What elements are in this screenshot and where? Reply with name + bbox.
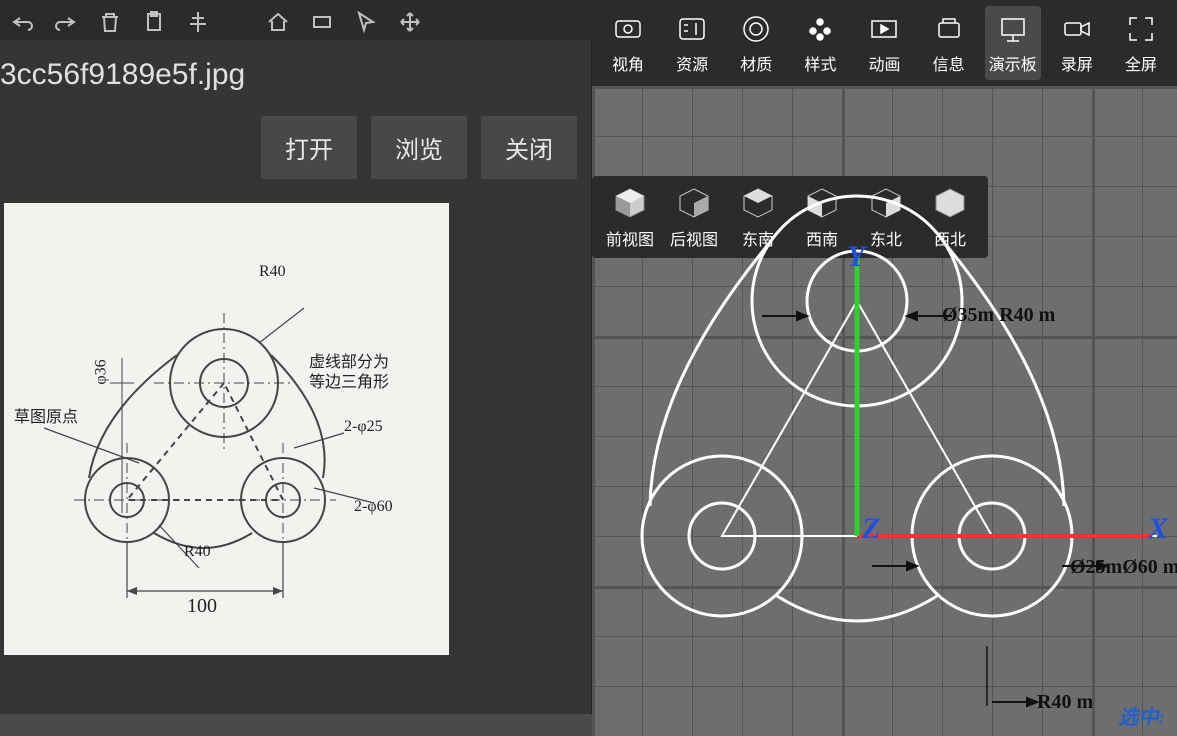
- info-icon: [931, 11, 967, 47]
- tab-resource[interactable]: 资源: [664, 6, 720, 80]
- animation-icon: [866, 11, 902, 47]
- material-icon: [738, 11, 774, 47]
- resource-icon: [674, 11, 710, 47]
- label-r40-top: R40: [259, 263, 286, 281]
- paste-icon[interactable]: [140, 8, 168, 36]
- trash-icon[interactable]: [96, 8, 124, 36]
- tab-record[interactable]: 录屏: [1049, 6, 1105, 80]
- style-icon: [802, 11, 838, 47]
- label-dashed-2: 等边三角形: [309, 368, 389, 392]
- home-icon[interactable]: [264, 8, 292, 36]
- left-panel: 3cc56f9189e5f.jpg 打开 浏览 关闭: [0, 40, 592, 714]
- tab-label: 样式: [804, 51, 836, 75]
- right-toolbar: 视角 资源 材质 样式 动画 信息 演示板 录屏: [592, 0, 1177, 86]
- dim-r40m: R40 m: [1037, 691, 1093, 714]
- button-row: 打开 浏览 关闭: [0, 116, 591, 199]
- right-panel: 视角 资源 材质 样式 动画 信息 演示板 录屏: [592, 0, 1177, 736]
- present-icon: [995, 11, 1031, 47]
- redo-icon[interactable]: [52, 8, 80, 36]
- close-button[interactable]: 关闭: [481, 116, 577, 179]
- dim-top: Ø35m R40 m: [942, 304, 1055, 327]
- sketch-canvas: [592, 86, 1177, 736]
- tab-fullscreen[interactable]: 全屏: [1113, 6, 1169, 80]
- label-origin: 草图原点: [14, 403, 78, 427]
- axis-x: X: [1148, 512, 1168, 546]
- axis-z: Z: [862, 512, 880, 546]
- tab-label: 材质: [740, 51, 772, 75]
- tab-animation[interactable]: 动画: [856, 6, 912, 80]
- cursor-icon[interactable]: [352, 8, 380, 36]
- move-icon[interactable]: [396, 8, 424, 36]
- undo-icon[interactable]: [8, 8, 36, 36]
- selection-status: 选中:: [1118, 701, 1165, 730]
- fullscreen-icon: [1123, 11, 1159, 47]
- label-2phi25: 2-φ25: [344, 418, 383, 436]
- tab-view[interactable]: 视角: [600, 6, 656, 80]
- eye-icon: [610, 11, 646, 47]
- record-icon: [1059, 11, 1095, 47]
- label-2phi60: 2-φ60: [354, 498, 393, 516]
- tab-label: 资源: [676, 51, 708, 75]
- tab-label: 信息: [933, 51, 965, 75]
- tab-label: 演示板: [989, 51, 1037, 75]
- label-phi36: φ36: [93, 359, 111, 384]
- label-r40-bottom: R40: [184, 543, 211, 561]
- browse-button[interactable]: 浏览: [371, 116, 467, 179]
- tab-label: 动画: [868, 51, 900, 75]
- tab-label: 全屏: [1125, 51, 1157, 75]
- viewport-3d[interactable]: 前视图 后视图 东南 西南 东北 西北: [592, 86, 1177, 736]
- blueprint-image: R40 φ36 草图原点 虚线部分为 等边三角形 2-φ25 R40 2-φ60…: [4, 203, 449, 655]
- rectangle-icon[interactable]: [308, 8, 336, 36]
- tab-material[interactable]: 材质: [728, 6, 784, 80]
- label-100: 100: [187, 595, 217, 618]
- dim-bottom: Ø25mØ60 m: [1070, 556, 1177, 579]
- align-icon[interactable]: [184, 8, 212, 36]
- tab-style[interactable]: 样式: [792, 6, 848, 80]
- file-title: 3cc56f9189e5f.jpg: [0, 40, 591, 116]
- tab-info[interactable]: 信息: [921, 6, 977, 80]
- axis-y: Y: [847, 240, 865, 274]
- tab-label: 视角: [612, 51, 644, 75]
- open-button[interactable]: 打开: [261, 116, 357, 179]
- tab-present[interactable]: 演示板: [985, 6, 1041, 80]
- tab-label: 录屏: [1061, 51, 1093, 75]
